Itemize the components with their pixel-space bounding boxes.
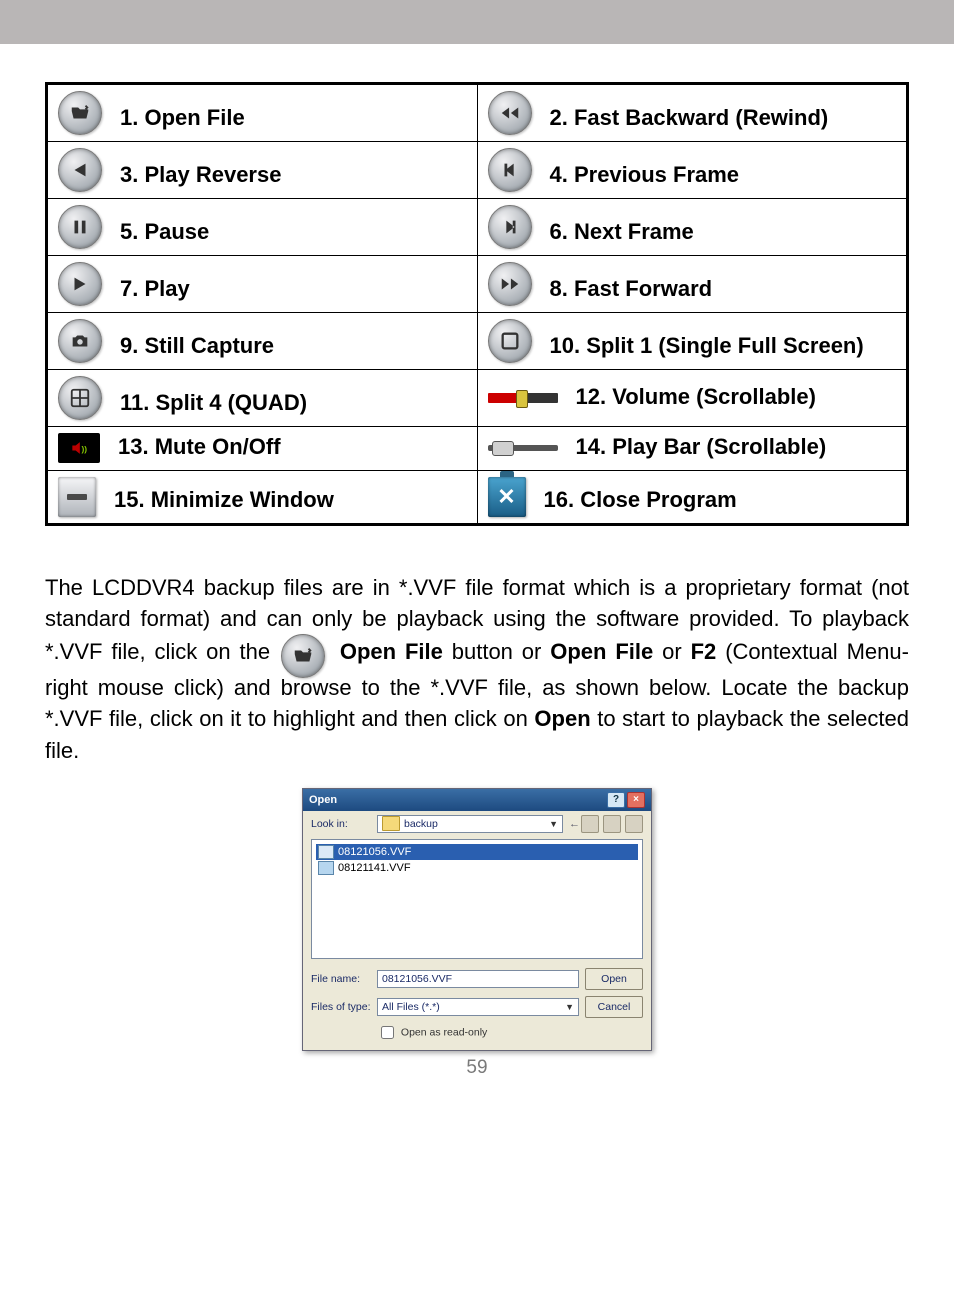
volume-label: 12. Volume (Scrollable) xyxy=(576,383,816,414)
file-item[interactable]: 08121141.VVF xyxy=(316,860,638,876)
body-paragraph: The LCDDVR4 backup files are in *.VVF fi… xyxy=(45,572,909,766)
read-only-label: Open as read-only xyxy=(401,1026,487,1038)
view-menu-icon[interactable] xyxy=(625,815,643,833)
filename-label: File name: xyxy=(311,973,371,985)
page-content: 1. Open File 2. Fast Backward (Rewind) xyxy=(0,44,954,1099)
fast-forward-label: 8. Fast Forward xyxy=(550,275,713,306)
filetype-label: Files of type: xyxy=(311,1001,371,1013)
filetype-dropdown[interactable]: All Files (*.*) ▼ xyxy=(377,998,579,1016)
still-capture-icon xyxy=(58,319,102,363)
open-dialog: Open ? × Look in: backup ▼ ← xyxy=(302,788,652,1051)
file-icon xyxy=(318,861,334,875)
minimize-label: 15. Minimize Window xyxy=(114,486,334,517)
dialog-close-button[interactable]: × xyxy=(627,792,645,808)
playback-icons-table: 1. Open File 2. Fast Backward (Rewind) xyxy=(45,82,909,526)
fast-backward-label: 2. Fast Backward (Rewind) xyxy=(550,104,829,135)
file-name-0: 08121056.VVF xyxy=(338,846,411,858)
filetype-value: All Files (*.*) xyxy=(382,1001,440,1013)
inline-open-file-icon xyxy=(281,634,325,678)
play-reverse-label: 3. Play Reverse xyxy=(120,161,281,192)
still-capture-label: 9. Still Capture xyxy=(120,332,274,363)
volume-slider-icon xyxy=(488,393,558,403)
body-bold-open: Open xyxy=(534,706,590,731)
read-only-checkbox[interactable] xyxy=(381,1026,394,1039)
close-program-label: 16. Close Program xyxy=(544,486,737,517)
look-in-label: Look in: xyxy=(311,818,371,830)
open-file-icon xyxy=(58,91,102,135)
minimize-icon xyxy=(58,477,96,517)
mute-icon: )) xyxy=(58,433,100,463)
svg-text:)): )) xyxy=(82,444,88,454)
play-label: 7. Play xyxy=(120,275,190,306)
body-bold-open-file-1: Open File xyxy=(340,639,443,664)
split1-icon xyxy=(488,319,532,363)
play-icon xyxy=(58,262,102,306)
previous-frame-label: 4. Previous Frame xyxy=(550,161,740,192)
play-reverse-icon xyxy=(58,148,102,192)
fast-backward-icon xyxy=(488,91,532,135)
file-icon xyxy=(318,845,334,859)
up-one-level-icon[interactable] xyxy=(581,815,599,833)
filename-input[interactable]: 08121056.VVF xyxy=(377,970,579,988)
body-bold-open-file-2: Open File xyxy=(550,639,653,664)
file-list[interactable]: 08121056.VVF 08121141.VVF xyxy=(311,839,643,959)
next-frame-label: 6. Next Frame xyxy=(550,218,694,249)
body-text-3: or xyxy=(662,639,690,664)
split4-icon xyxy=(58,376,102,420)
look-in-dropdown[interactable]: backup ▼ xyxy=(377,815,563,833)
open-file-label: 1. Open File xyxy=(120,104,245,135)
dialog-titlebar: Open ? × xyxy=(303,789,651,811)
new-folder-icon[interactable] xyxy=(603,815,621,833)
playbar-label: 14. Play Bar (Scrollable) xyxy=(576,433,827,464)
open-button[interactable]: Open xyxy=(585,968,643,990)
page-header-bar xyxy=(0,0,954,44)
playbar-icon xyxy=(488,445,558,451)
fast-forward-icon xyxy=(488,262,532,306)
previous-frame-icon xyxy=(488,148,532,192)
mute-label: 13. Mute On/Off xyxy=(118,433,281,464)
file-name-1: 08121141.VVF xyxy=(338,862,411,874)
back-arrow-icon[interactable]: ← xyxy=(569,818,575,830)
pause-icon xyxy=(58,205,102,249)
folder-icon xyxy=(382,816,400,831)
read-only-checkbox-row[interactable]: Open as read-only xyxy=(377,1023,643,1042)
body-bold-f2: F2 xyxy=(691,639,717,664)
filename-value: 08121056.VVF xyxy=(382,973,452,985)
file-item-selected[interactable]: 08121056.VVF xyxy=(316,844,638,860)
dialog-title-text: Open xyxy=(309,794,337,806)
next-frame-icon xyxy=(488,205,532,249)
body-text-2: button or xyxy=(452,639,551,664)
dialog-help-button[interactable]: ? xyxy=(607,792,625,808)
split1-label: 10. Split 1 (Single Full Screen) xyxy=(550,332,864,363)
pause-label: 5. Pause xyxy=(120,218,209,249)
look-in-value: backup xyxy=(404,818,438,830)
close-program-icon: ✕ xyxy=(488,477,526,517)
cancel-button[interactable]: Cancel xyxy=(585,996,643,1018)
split4-label: 11. Split 4 (QUAD) xyxy=(120,389,307,420)
page-number: 59 xyxy=(45,1057,909,1079)
